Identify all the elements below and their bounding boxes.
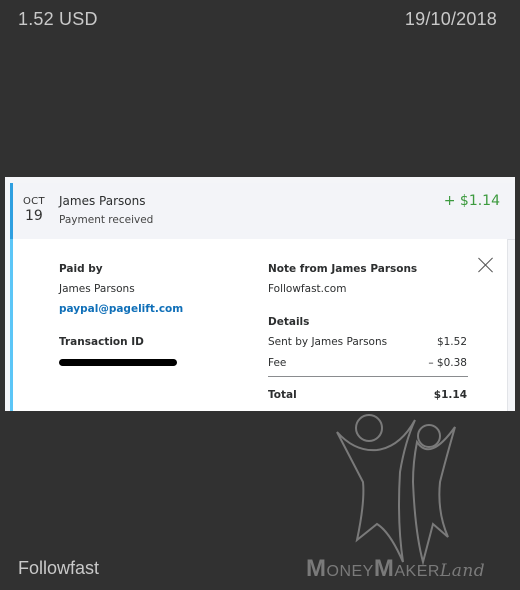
watermark-text: MONEYMAKERLand (306, 555, 486, 582)
details-divider (268, 376, 468, 377)
source-label: Followfast (18, 558, 100, 578)
transaction-amount: + $1.14 (443, 193, 500, 209)
detail-sent-value: $1.52 (436, 336, 467, 348)
date-label: 19/10/2018 (404, 9, 497, 29)
payer-name: James Parsons (59, 194, 146, 208)
logo-figure-right (411, 426, 456, 566)
amount-label: 1.52 USD (18, 9, 98, 29)
transaction-header[interactable]: OCT 19 James Parsons Payment received + … (13, 183, 515, 240)
payer-email-link[interactable]: paypal@pagelift.com (59, 303, 183, 315)
note-label: Note from James Parsons (268, 263, 418, 275)
paid-by-name: James Parsons (59, 283, 135, 295)
logo-head-right (417, 424, 441, 448)
transaction-id-label: Transaction ID (59, 336, 144, 348)
transaction-id-redacted (59, 359, 177, 366)
total-label: Total (268, 389, 297, 401)
transaction-details-panel: Paid by James Parsons paypal@pagelift.co… (13, 239, 508, 411)
detail-fee-value: – $0.38 (428, 357, 467, 369)
logo-head-left (355, 414, 383, 442)
transaction-card: OCT 19 James Parsons Payment received + … (5, 177, 515, 411)
detail-sent-label: Sent by James Parsons (268, 336, 388, 348)
paid-by-label: Paid by (59, 263, 103, 275)
detail-fee-label: Fee (268, 357, 287, 369)
note-text: Followfast.com (268, 283, 347, 295)
details-label: Details (268, 316, 310, 328)
transaction-status: Payment received (59, 214, 154, 226)
logo-figure-left (336, 419, 416, 563)
close-icon[interactable] (478, 257, 494, 273)
total-value: $1.14 (433, 389, 467, 401)
transaction-day: 19 (25, 208, 43, 224)
transaction-month: OCT (23, 196, 45, 207)
